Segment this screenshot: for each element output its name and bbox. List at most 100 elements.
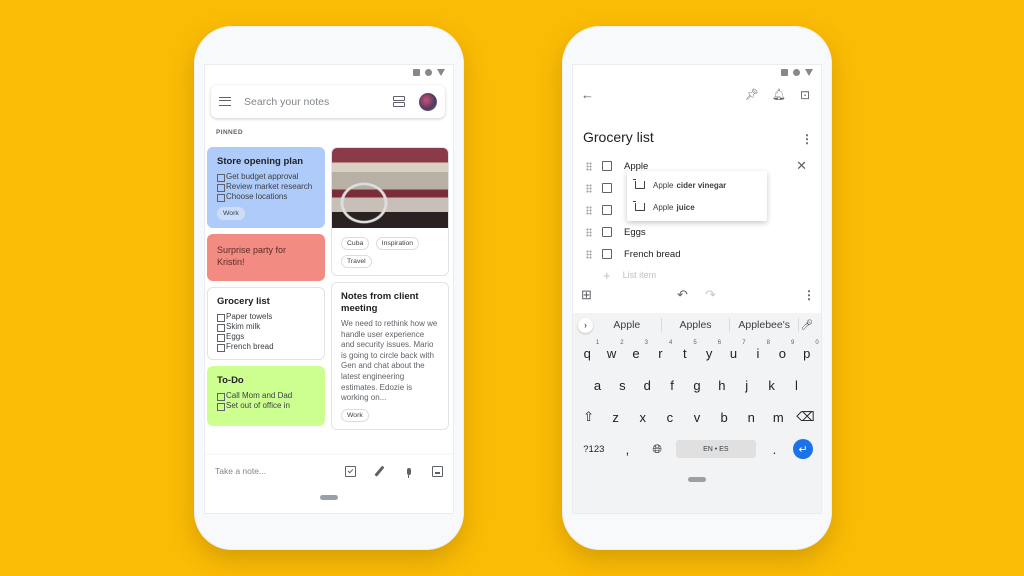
new-list-checkbox-icon[interactable] [345,465,356,477]
enter-key[interactable]: ↵ [793,439,815,459]
comma-key[interactable]: , [616,442,638,457]
list-view-icon[interactable] [393,96,405,107]
key-j[interactable]: j [736,378,758,393]
key-q[interactable]: q [584,346,591,361]
period-key[interactable]: . [763,442,785,457]
key-a[interactable]: a [586,378,608,393]
item-checkbox[interactable] [602,183,612,193]
search-bar[interactable]: Search your notes [211,85,445,118]
note-card-surprise-party[interactable]: Surprise party for Kristin! [207,234,325,281]
key-wrapper[interactable]: q1 [576,340,600,361]
take-note-input[interactable]: Take a note... [215,466,327,476]
key-d[interactable]: d [636,378,658,393]
drag-handle-icon[interactable] [586,183,592,193]
drag-handle-icon[interactable] [586,205,592,215]
suggestion-item[interactable]: Apple cider vinegar [627,174,767,196]
key-b[interactable]: b [713,410,735,425]
reminder-bell-icon[interactable]: 🔔︎ [772,87,786,103]
redo-icon[interactable]: ↷ [705,287,716,303]
key-k[interactable]: k [761,378,783,393]
back-arrow-icon[interactable]: ← [581,87,594,103]
add-list-item[interactable]: + List item [573,265,821,285]
label-chip[interactable]: Travel [341,255,372,268]
note-card-photo[interactable]: Cuba Inspiration Travel [331,147,449,276]
key-wrapper[interactable]: t5 [674,340,697,361]
key-p[interactable]: p [803,346,810,361]
key-wrapper[interactable]: y6 [698,340,721,361]
note-card-client-meeting[interactable]: Notes from client meeting We need to ret… [331,282,449,430]
label-chip[interactable]: Work [341,408,369,422]
label-chip[interactable]: Inspiration [375,237,420,250]
key-y[interactable]: y [706,346,713,361]
list-item[interactable]: French bread [573,243,821,265]
key-w[interactable]: w [607,346,616,361]
key-wrapper[interactable]: i8 [747,340,769,361]
key-wrapper[interactable]: o9 [771,340,795,361]
keyboard-suggestion[interactable]: Apples [662,318,731,332]
key-r[interactable]: r [658,346,662,361]
drag-handle-icon[interactable] [586,161,592,171]
search-input[interactable]: Search your notes [244,96,393,108]
key-wrapper[interactable]: p0 [796,340,819,361]
symbols-key[interactable]: ?123 [579,444,609,455]
brush-icon[interactable] [374,465,385,477]
drag-handle-icon[interactable] [586,227,592,237]
item-checkbox[interactable] [602,161,612,171]
key-wrapper[interactable]: w2 [601,340,624,361]
home-indicator[interactable] [688,477,706,482]
item-checkbox[interactable] [602,249,612,259]
add-box-icon[interactable]: ⊞ [581,287,592,303]
key-z[interactable]: z [605,410,627,425]
key-e[interactable]: e [632,346,639,361]
note-card-store-opening[interactable]: Store opening plan Get budget approval R… [207,147,325,228]
suggestion-item[interactable]: Apple juice [627,196,767,218]
note-card-todo[interactable]: To-Do Call Mom and Dad Set out of office… [207,366,325,426]
key-wrapper[interactable]: u7 [723,340,746,361]
note-card-grocery-list[interactable]: Grocery list Paper towels Skim milk Eggs… [207,287,325,360]
list-item-placeholder[interactable]: List item [623,270,657,280]
label-chip[interactable]: Cuba [341,237,370,250]
drag-handle-icon[interactable] [586,249,592,259]
key-n[interactable]: n [740,410,762,425]
more-options-icon[interactable]: ⋮ [803,287,815,303]
key-wrapper[interactable]: e3 [625,340,648,361]
chevron-right-icon[interactable]: › [578,317,593,333]
key-s[interactable]: s [611,378,633,393]
mic-icon[interactable]: 🎤︎ [799,320,815,331]
keyboard-suggestion[interactable]: Apple [593,318,662,332]
shift-key[interactable]: ⇧ [578,409,600,425]
close-icon[interactable]: ✕ [796,158,807,174]
key-t[interactable]: t [683,346,687,361]
key-x[interactable]: x [632,410,654,425]
key-wrapper[interactable]: r4 [649,340,672,361]
list-item-text[interactable]: Apple [624,161,648,172]
globe-icon[interactable]: 🌐︎ [646,442,668,457]
list-item-text[interactable]: Eggs [624,227,646,238]
image-icon[interactable] [432,465,443,477]
home-indicator[interactable] [320,495,338,500]
key-i[interactable]: i [756,346,759,361]
key-g[interactable]: g [686,378,708,393]
list-item-text[interactable]: French bread [624,249,681,260]
item-checkbox[interactable] [602,227,612,237]
take-note-bar[interactable]: Take a note... [205,455,453,487]
pin-icon[interactable]: 📌︎ [745,87,759,103]
more-options-icon[interactable]: ⋮ [801,133,813,145]
list-item[interactable]: Eggs [573,221,821,243]
key-u[interactable]: u [730,346,737,361]
undo-icon[interactable]: ↶ [677,287,688,303]
archive-icon[interactable]: ⊡ [800,87,810,103]
note-title[interactable]: Grocery list [583,129,654,145]
space-key[interactable]: EN • ES [675,440,756,458]
key-c[interactable]: c [659,410,681,425]
key-f[interactable]: f [661,378,683,393]
menu-icon[interactable] [219,97,231,106]
key-l[interactable]: l [785,378,807,393]
backspace-key[interactable]: ⌫ [794,409,816,425]
key-m[interactable]: m [767,410,789,425]
avatar[interactable] [419,92,437,111]
label-chip[interactable]: Work [217,207,245,220]
mic-icon[interactable] [403,466,414,478]
key-h[interactable]: h [711,378,733,393]
keyboard-suggestion[interactable]: Applebee's [730,318,800,332]
